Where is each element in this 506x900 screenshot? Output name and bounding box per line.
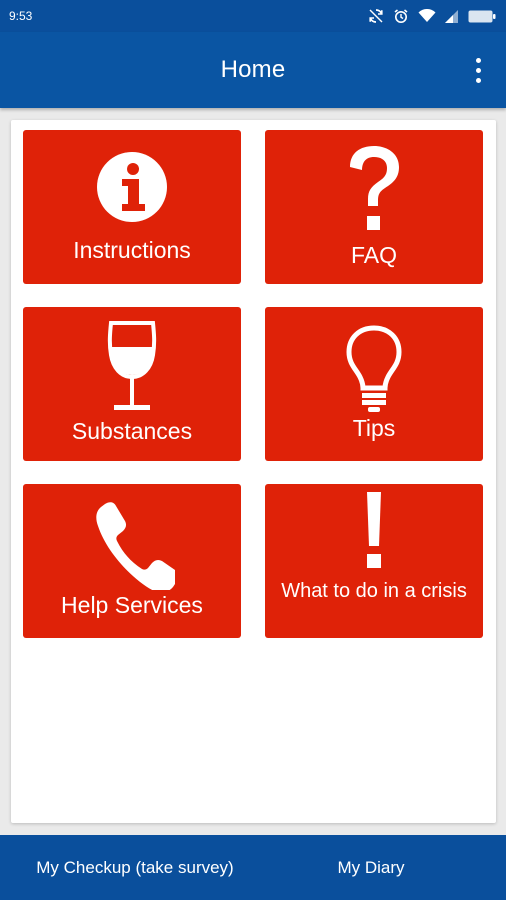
status-icons: [368, 8, 496, 24]
tile-label: What to do in a crisis: [281, 580, 467, 602]
my-diary-button[interactable]: My Diary: [270, 835, 472, 900]
faq-tile[interactable]: FAQ: [265, 130, 483, 284]
my-checkup-button[interactable]: My Checkup (take survey): [0, 835, 270, 900]
tile-label: Help Services: [61, 592, 203, 618]
tips-tile[interactable]: Tips: [265, 307, 483, 461]
substances-tile[interactable]: Substances: [23, 307, 241, 461]
alarm-icon: [394, 9, 408, 23]
sync-icon: [369, 9, 383, 23]
phone-icon: [23, 498, 241, 590]
app-bar: Home: [0, 32, 506, 108]
battery-icon: [468, 10, 496, 22]
wine-glass-icon: [23, 319, 241, 417]
info-icon: [23, 151, 241, 223]
tile-label: Substances: [71, 418, 193, 444]
lightbulb-icon: [265, 323, 483, 415]
signal-icon: [445, 9, 458, 23]
help-services-tile[interactable]: Help Services: [23, 484, 241, 638]
tile-label: Tips: [352, 415, 396, 441]
home-menu-card: Instructions FAQ Substances Tips Help Se…: [11, 120, 496, 823]
tile-label: Instructions: [73, 237, 191, 263]
status-bar: 9:53: [0, 0, 506, 32]
bottom-nav: My Checkup (take survey) My Diary: [0, 835, 506, 900]
overflow-menu-icon[interactable]: [468, 54, 488, 86]
status-time: 9:53: [9, 9, 33, 23]
page-title: Home: [220, 56, 286, 83]
tile-label: FAQ: [350, 242, 397, 268]
instructions-tile[interactable]: Instructions: [23, 130, 241, 284]
wifi-icon: [418, 9, 436, 22]
crisis-tile[interactable]: What to do in a crisis: [265, 484, 483, 638]
exclamation-icon: [265, 490, 483, 572]
question-mark-icon: [265, 142, 483, 238]
